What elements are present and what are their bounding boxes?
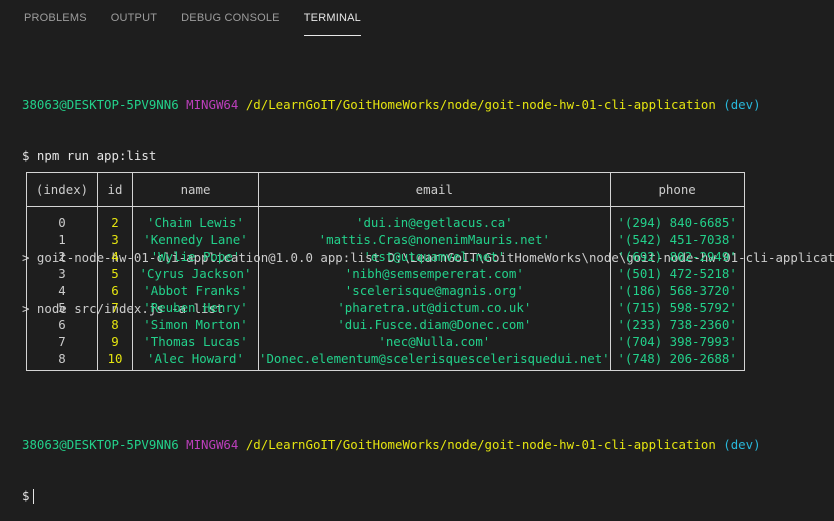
cell-email: 'nec@Nulla.com': [258, 333, 611, 350]
cell-index: 5: [26, 299, 98, 316]
cell-name: 'Thomas Lucas': [132, 333, 259, 350]
cell-phone: '(715) 598-5792': [609, 299, 745, 316]
cell-phone: '(692) 802-2949': [609, 248, 745, 265]
cell-phone: '(186) 568-3720': [609, 282, 745, 299]
cell-name: 'Chaim Lewis': [132, 206, 259, 231]
table-row: 0 2 'Chaim Lewis' 'dui.in@egetlacus.ca' …: [26, 206, 745, 231]
cell-phone: '(294) 840-6685': [609, 206, 745, 231]
panel-tab-bar: PROBLEMS OUTPUT DEBUG CONSOLE TERMINAL: [0, 0, 834, 36]
prompt-shell: MINGW64: [186, 97, 239, 112]
prompt-branch: (dev): [723, 97, 761, 112]
tab-terminal[interactable]: TERMINAL: [303, 0, 361, 36]
table-row: 3 5 'Cyrus Jackson' 'nibh@semsempererat.…: [26, 265, 745, 282]
cell-name: 'Alec Howard': [132, 350, 259, 371]
prompt-symbol: $: [22, 488, 30, 503]
table-row: 4 6 'Abbot Franks' 'scelerisque@magnis.o…: [26, 282, 745, 299]
cell-email: 'pharetra.ut@dictum.co.uk': [258, 299, 611, 316]
cell-email: 'Donec.elementum@scelerisquescelerisqued…: [258, 350, 611, 371]
table-row: 8 10 'Alec Howard' 'Donec.elementum@scel…: [26, 350, 745, 371]
table-row: 1 3 'Kennedy Lane' 'mattis.Cras@nonenimM…: [26, 231, 745, 248]
cell-id: 2: [97, 206, 133, 231]
cell-email: 'dui.in@egetlacus.ca': [258, 206, 611, 231]
cell-name: 'Kennedy Lane': [132, 231, 259, 248]
console-table: (index) id name email phone 0 2 'Chaim L…: [26, 172, 745, 371]
cell-index: 6: [26, 316, 98, 333]
cell-name: 'Reuben Henry': [132, 299, 259, 316]
cell-phone: '(748) 206-2688': [609, 350, 745, 371]
header-index: (index): [26, 172, 98, 207]
cell-email: 'nibh@semsempererat.com': [258, 265, 611, 282]
cell-index: 7: [26, 333, 98, 350]
cell-phone: '(501) 472-5218': [609, 265, 745, 282]
header-name: name: [132, 172, 259, 207]
input-line[interactable]: $: [22, 487, 822, 504]
tab-problems[interactable]: PROBLEMS: [24, 0, 87, 34]
cell-index: 4: [26, 282, 98, 299]
header-id: id: [97, 172, 133, 207]
table-row: 6 8 'Simon Morton' 'dui.Fusce.diam@Donec…: [26, 316, 745, 333]
cell-index: 3: [26, 265, 98, 282]
table-row: 2 4 'Wylie Pope' 'est@utquamvel.net' '(6…: [26, 248, 745, 265]
cell-id: 4: [97, 248, 133, 265]
cell-id: 3: [97, 231, 133, 248]
cell-name: 'Cyrus Jackson': [132, 265, 259, 282]
table-header-row: (index) id name email phone: [26, 172, 745, 207]
command-line: $ npm run app:list: [22, 148, 157, 163]
cell-id: 10: [97, 350, 133, 371]
table-row: 5 7 'Reuben Henry' 'pharetra.ut@dictum.c…: [26, 299, 745, 316]
text-cursor: [33, 489, 35, 504]
cell-index: 8: [26, 350, 98, 371]
terminal-prompt-area[interactable]: 38063@DESKTOP-5PV9NN6 MINGW64 /d/LearnGo…: [22, 402, 822, 521]
cell-email: 'dui.Fusce.diam@Donec.com': [258, 316, 611, 333]
table-row: 7 9 'Thomas Lucas' 'nec@Nulla.com' '(704…: [26, 333, 745, 350]
cell-name: 'Simon Morton': [132, 316, 259, 333]
cell-id: 9: [97, 333, 133, 350]
cell-id: 5: [97, 265, 133, 282]
cell-phone: '(542) 451-7038': [609, 231, 745, 248]
header-phone: phone: [609, 172, 745, 207]
cell-phone: '(704) 398-7993': [609, 333, 745, 350]
tab-debug-console[interactable]: DEBUG CONSOLE: [181, 0, 280, 34]
cell-index: 2: [26, 248, 98, 265]
cell-id: 6: [97, 282, 133, 299]
cell-email: 'est@utquamvel.net': [258, 248, 611, 265]
tab-output[interactable]: OUTPUT: [111, 0, 157, 34]
cell-index: 0: [26, 206, 98, 231]
prompt-user: 38063@DESKTOP-5PV9NN6: [22, 97, 179, 112]
cell-index: 1: [26, 231, 98, 248]
prompt-line: 38063@DESKTOP-5PV9NN6 MINGW64 /d/LearnGo…: [22, 96, 822, 113]
cell-id: 8: [97, 316, 133, 333]
cell-email: 'mattis.Cras@nonenimMauris.net': [258, 231, 611, 248]
cell-name: 'Abbot Franks': [132, 282, 259, 299]
prompt-path: /d/LearnGoIT/GoitHomeWorks/node/goit-nod…: [245, 97, 716, 112]
header-email: email: [258, 172, 611, 207]
cell-phone: '(233) 738-2360': [609, 316, 745, 333]
cell-email: 'scelerisque@magnis.org': [258, 282, 611, 299]
cell-id: 7: [97, 299, 133, 316]
cell-name: 'Wylie Pope': [132, 248, 259, 265]
